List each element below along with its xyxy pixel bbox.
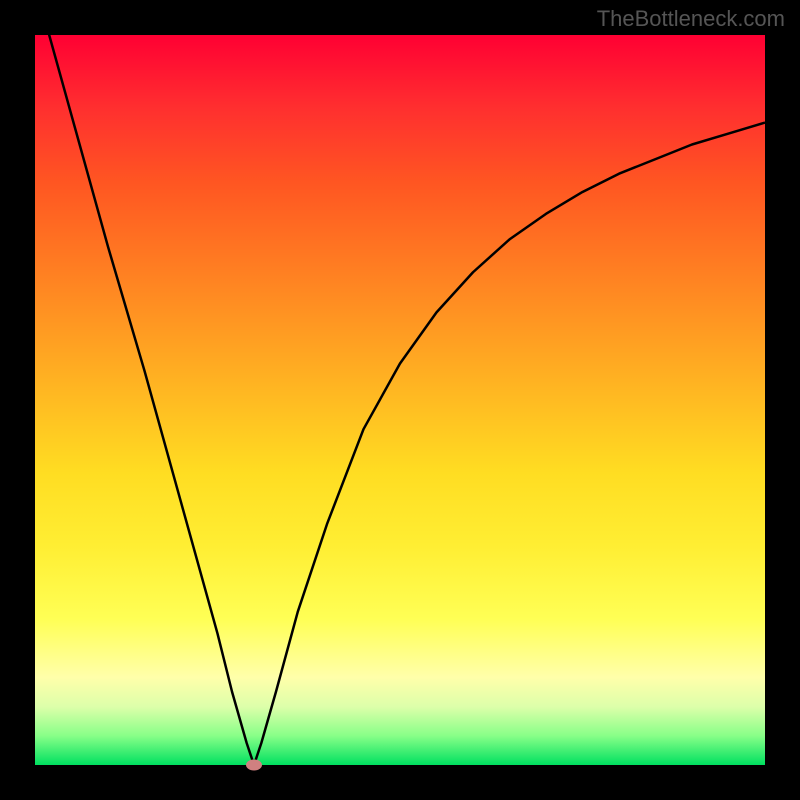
plot-area (35, 35, 765, 765)
attribution-text: TheBottleneck.com (597, 6, 785, 32)
curve-layer (35, 35, 765, 765)
bottleneck-curve (35, 35, 765, 765)
chart-container: TheBottleneck.com (0, 0, 800, 800)
optimal-point-marker (246, 760, 262, 771)
